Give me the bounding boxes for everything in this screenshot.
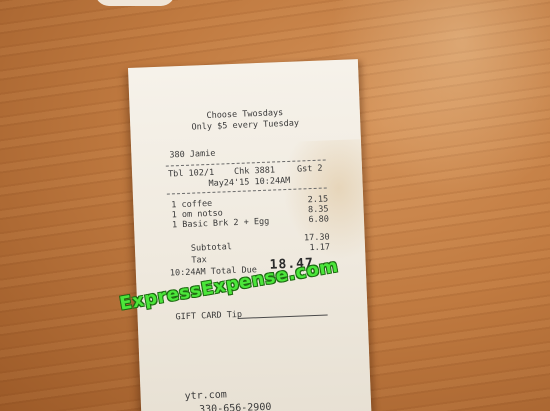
tax-value: 1.17 <box>309 242 331 254</box>
tip-signature-line <box>237 314 328 319</box>
restaurant-website: ytr.com <box>184 389 227 403</box>
restaurant-phone: 330-656-2900 <box>198 401 272 411</box>
table-light-glare <box>330 0 550 200</box>
check-number: Chk 3881 <box>233 165 276 178</box>
guest-count: Gst 2 <box>296 163 323 175</box>
item-price-3: 6.80 <box>308 214 330 226</box>
table-number: Tbl 102/1 <box>167 167 215 180</box>
plate-edge <box>95 0 175 6</box>
tax-label: Tax <box>191 255 207 266</box>
receipt-datetime: May24'15 10:24AM <box>208 175 291 189</box>
receipt-paper: Choose Twosdays Only $5 every Tuesday 38… <box>128 59 372 411</box>
gift-card-tip-label: GIFT CARD Tip <box>175 309 243 323</box>
server-name: 380 Jamie <box>169 148 216 161</box>
subtotal-label: Subtotal <box>190 242 233 254</box>
